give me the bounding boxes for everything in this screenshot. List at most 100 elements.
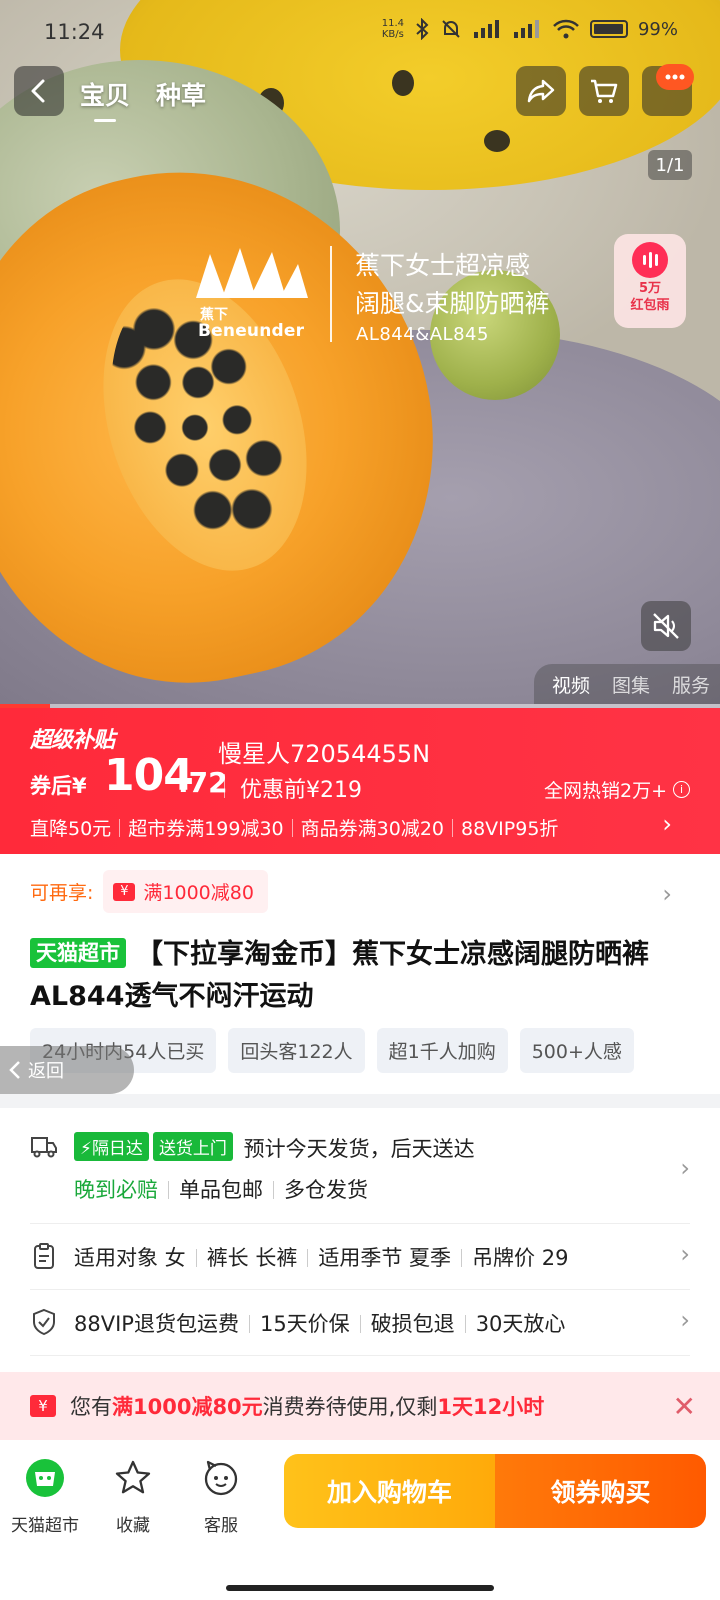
status-bar: 11:24 11.4 KB/s 99% (0, 0, 720, 64)
customer-service-button[interactable]: 客服 (176, 1458, 266, 1536)
tmall-store-icon (26, 1459, 64, 1497)
coupon-buy-button[interactable]: 领券购买 (495, 1454, 706, 1528)
clipboard-icon (34, 1243, 54, 1269)
star-icon (115, 1460, 151, 1494)
delivery-line-2: 晚到必赔 单品包邮 多仓发货 (74, 1174, 368, 1204)
chevron-right-icon: › (680, 1240, 690, 1268)
cart-icon (591, 79, 618, 103)
extra-coupon-label: 可再享: (30, 882, 94, 904)
image-counter: 1/1 (648, 150, 692, 180)
delivery-row[interactable]: ⚡隔日达 送货上门 预计今天发货，后天送达 晚到必赔 单品包邮 多仓发货 › (30, 1128, 690, 1224)
chip-add-cart: 超1千人加购 (376, 1028, 508, 1073)
truck-icon (31, 1137, 57, 1158)
tab-product[interactable]: 宝贝 (80, 76, 130, 122)
status-icons: 11.4 KB/s 99% (382, 18, 678, 40)
door-delivery-tag: 送货上门 (152, 1132, 233, 1161)
decor-hole (484, 130, 510, 152)
chevron-right-icon: › (680, 1154, 690, 1182)
spec-row[interactable]: 适用对象 女裤长 长裤 适用季节 夏季 吊牌价 29 › (30, 1224, 690, 1290)
return-button[interactable]: 返回 (0, 1046, 134, 1094)
coupon-chip[interactable]: ¥ 满1000减80 (103, 870, 268, 913)
red-rain-label: 红包雨 (630, 298, 670, 313)
bottom-action-bar: 天猫超市 收藏 客服 加入购物车 领券购买 (0, 1440, 720, 1600)
coupon-amount: 满1000减80元 (112, 1395, 263, 1419)
mute-button[interactable] (641, 601, 691, 651)
brand-name-en: Beneunder (198, 321, 305, 341)
return-label: 返回 (28, 1061, 64, 1082)
customer-service-icon (204, 1460, 238, 1496)
price-decimal: .72 (178, 766, 228, 799)
extra-coupon-row[interactable]: 可再享: ¥ 满1000减80 (30, 870, 268, 913)
battery-icon (589, 20, 628, 38)
media-tab-service[interactable]: 服务 (672, 671, 710, 698)
yen-coupon-icon: ¥ (113, 882, 136, 901)
promo-item: 88VIP95折 (461, 818, 559, 840)
red-envelope-rain-button[interactable]: 5万 红包雨 (614, 234, 686, 328)
price-before-discount: 优惠前¥219 (240, 778, 362, 803)
chevron-right-icon: › (680, 1306, 690, 1334)
guarantee-row[interactable]: 88VIP退货包运费 15天价保 破损包退 30天放心 › (30, 1290, 690, 1356)
service-card: ⚡隔日达 送货上门 预计今天发货，后天送达 晚到必赔 单品包邮 多仓发货 › 适用对象… (0, 1108, 720, 1378)
tmall-supermarket-entry[interactable]: 天猫超市 (0, 1458, 90, 1536)
bluetooth-icon (416, 18, 429, 40)
shield-check-icon (33, 1308, 55, 1336)
brand-divider (330, 246, 332, 342)
promo-item: 商品券满30减20 (300, 818, 444, 840)
decor-hole (392, 70, 414, 96)
late-compensation: 晚到必赔 (74, 1178, 158, 1202)
chevron-right-icon[interactable]: › (662, 880, 672, 908)
chip-feel: 500+人感 (519, 1028, 634, 1073)
message-badge (656, 64, 694, 90)
promo-list[interactable]: 直降50元 超市券满199减30 商品券满30减20 88VIP95折 (30, 814, 558, 841)
mute-bell-icon (442, 20, 460, 38)
price-banner: 超级补贴 慢星人72054455N 券后¥ 104 .72 优惠前¥219 全网… (0, 708, 720, 854)
signal-icon (513, 20, 539, 38)
add-to-cart-button[interactable]: 加入购物车 (284, 1454, 495, 1528)
hero-headline-1: 蕉下女士超凉感 (355, 251, 531, 280)
chevron-right-icon[interactable]: › (662, 810, 672, 838)
hot-sales[interactable]: 全网热销2万+ i (544, 776, 690, 803)
hero-headline-2: 阔腿&束脚防晒裤 (355, 289, 550, 318)
signal-icon (473, 20, 499, 38)
product-title: 天猫超市 【下拉享淘金币】蕉下女士凉感阔腿防晒裤AL844透气不闷汗运动 (30, 934, 690, 1018)
guarantee-content: 88VIP退货包运费 15天价保 破损包退 30天放心 (74, 1312, 566, 1336)
user-watermark: 慢星人72054455N (218, 740, 431, 768)
speaker-mute-icon (653, 613, 679, 639)
cart-button[interactable] (579, 66, 629, 116)
more-button[interactable] (642, 64, 694, 116)
coupon-chip-text: 满1000减80 (143, 882, 254, 904)
coupon-remaining-time: 1天12小时 (437, 1395, 545, 1419)
home-indicator[interactable] (226, 1585, 494, 1591)
back-button[interactable] (14, 66, 64, 116)
favorite-label: 收藏 (116, 1516, 150, 1536)
next-day-tag: ⚡隔日达 (74, 1132, 149, 1161)
tmall-supermarket-tag: 天猫超市 (30, 938, 126, 968)
status-time: 11:24 (44, 20, 105, 44)
top-tabs: 宝贝 种草 (80, 76, 206, 122)
hot-sales-text: 全网热销2万+ (543, 780, 667, 802)
chevron-left-icon (9, 1061, 20, 1079)
after-coupon-label: 券后¥ (30, 774, 87, 798)
promo-item: 直降50元 (30, 818, 112, 840)
yen-coupon-icon: ¥ (30, 1395, 56, 1417)
more-icon (665, 74, 685, 80)
share-button[interactable] (516, 66, 566, 116)
spec-content: 适用对象 女裤长 长裤 适用季节 夏季 吊牌价 29 (74, 1246, 569, 1270)
media-tab-video[interactable]: 视频 (552, 671, 590, 698)
coupon-reminder-bar[interactable]: ¥ 您有 满1000减80元 消费券待使用,仅剩 1天12小时 ✕ (0, 1372, 720, 1440)
favorite-button[interactable]: 收藏 (88, 1458, 178, 1536)
red-rain-icon (632, 242, 668, 278)
close-icon[interactable]: ✕ (673, 1390, 696, 1423)
media-tabs: 视频 图集 服务 (533, 664, 720, 704)
tmall-supermarket-label: 天猫超市 (11, 1516, 79, 1536)
back-icon (31, 79, 45, 103)
delivery-line-1: ⚡隔日达 送货上门 预计今天发货，后天送达 (74, 1132, 475, 1163)
share-icon (527, 79, 555, 103)
promo-item: 超市券满199减30 (128, 818, 284, 840)
media-tab-gallery[interactable]: 图集 (612, 671, 650, 698)
red-rain-amount: 5万 (638, 281, 662, 296)
tab-seeding[interactable]: 种草 (156, 76, 206, 112)
chip-returning: 回头客122人 (228, 1028, 365, 1073)
info-icon: i (673, 781, 690, 798)
delivery-estimate: 预计今天发货，后天送达 (243, 1137, 475, 1161)
